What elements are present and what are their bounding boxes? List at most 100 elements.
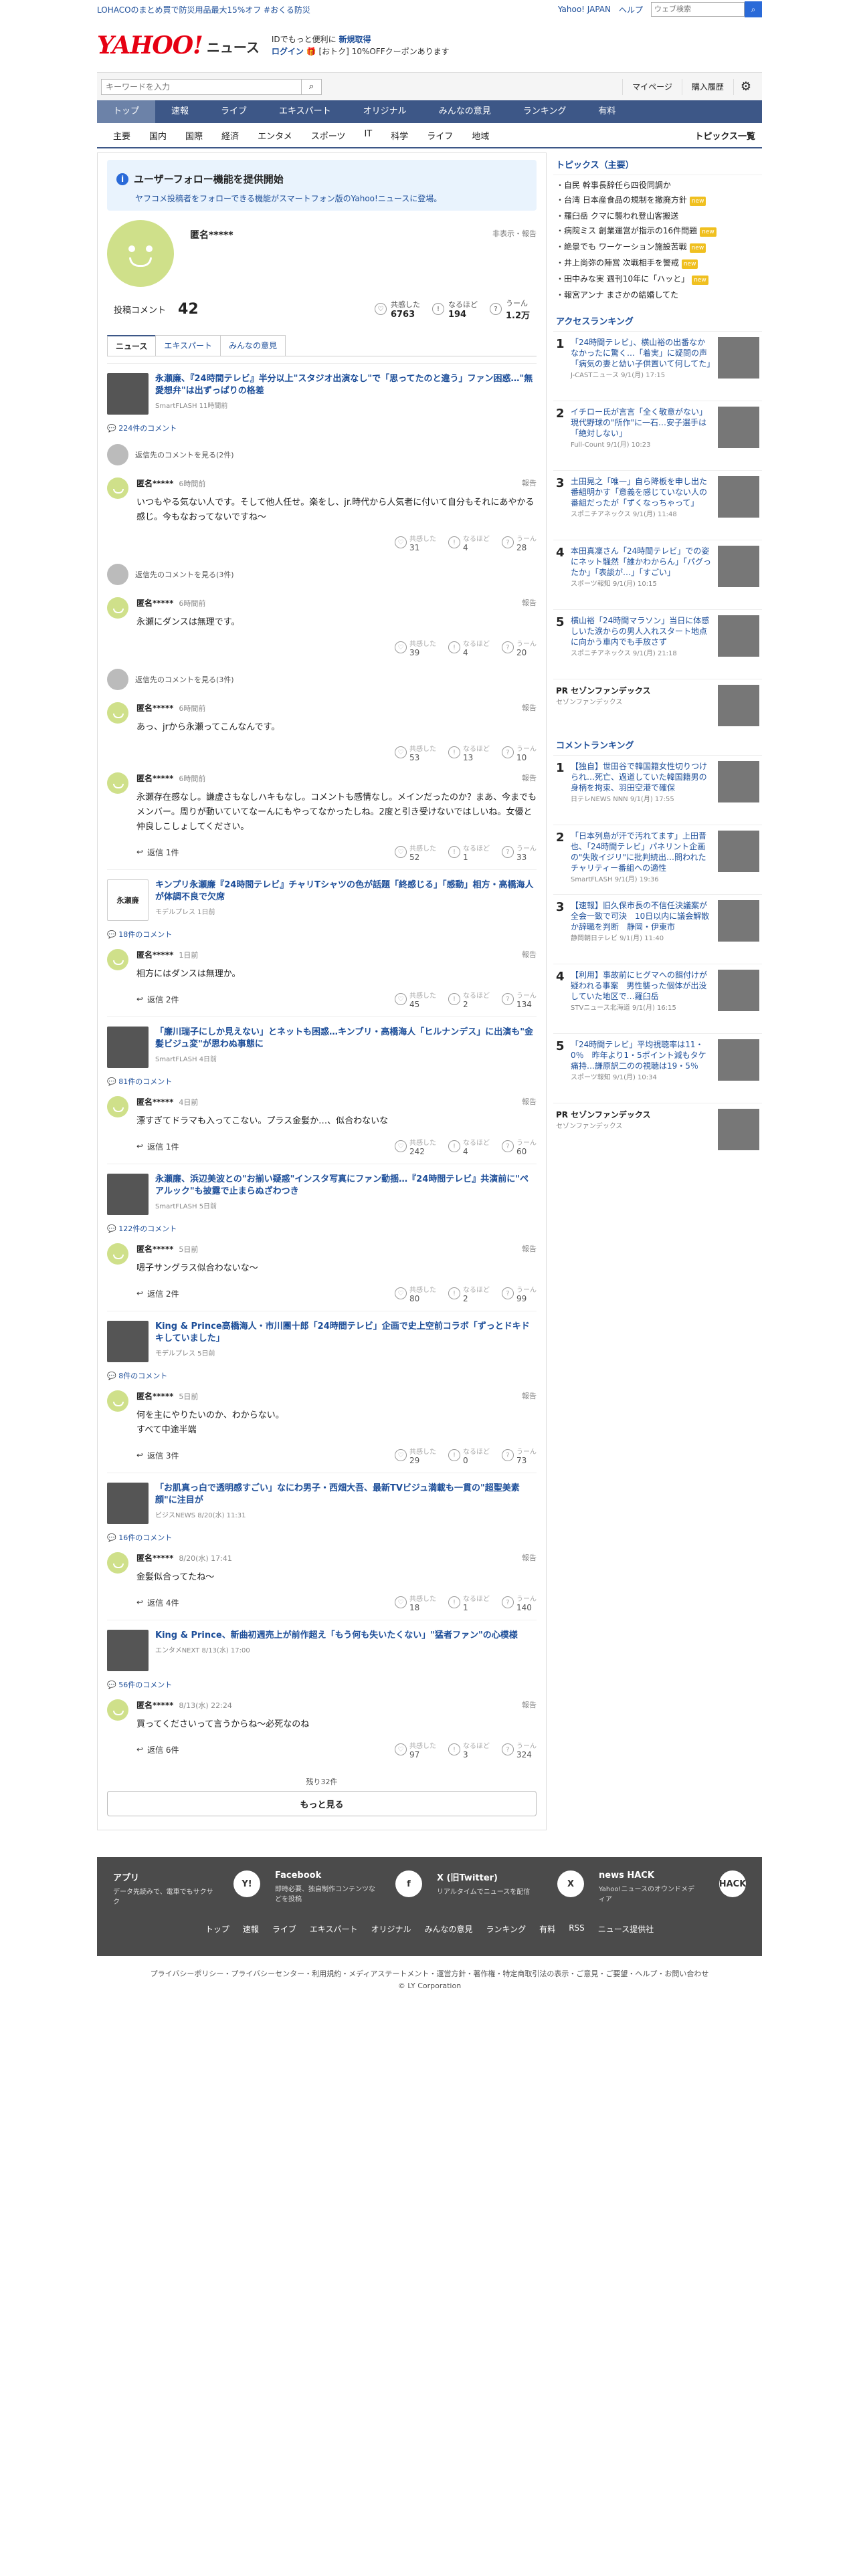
article-item[interactable]: 永瀬廉、浜辺美波との"お揃い疑惑"インスタ写真にファン動揺…『24時間テレビ』共… [107,1164,537,1220]
login-link[interactable]: ログイン [272,47,304,56]
topic-item[interactable]: 自民 幹事長辞任ら四役同調か [553,178,762,193]
article-title[interactable]: キンプリ永瀬廉『24時間テレビ』チャリTシャツの色が話題「終感じる」「感動」相方… [155,879,537,903]
topic-item[interactable]: 田中みな実 週刊10年に「ハッと」new [553,272,762,288]
subnav-item[interactable]: 科学 [381,129,417,142]
ranking-item[interactable]: 4 【利用】事故前にヒグマへの餌付けが疑われる事案 男性襲った個体が出没していた地… [553,964,762,1034]
more-button[interactable]: もっと見る [107,1791,537,1816]
subnav-item[interactable]: 国内 [140,129,176,142]
article-title[interactable]: King & Prince高橋海人・市川團十郎「24時間テレビ」企画で史上空前コ… [155,1321,537,1345]
footer-link[interactable]: オリジナル [371,1923,411,1935]
hmm-button[interactable]: ? うーん 140 [502,1593,537,1612]
comment-author[interactable]: 匿名***** [136,950,173,960]
empathy-button[interactable]: ♡ 共感した 80 [395,1284,436,1303]
search-icon[interactable]: ⌕ [302,78,322,95]
reply-thread-link[interactable]: 返信先のコメントを見る(2件) [107,440,537,475]
hmm-button[interactable]: ? うーん 134 [502,990,537,1009]
footer-link[interactable]: 速報 [243,1923,259,1935]
naruhodo-button[interactable]: ! なるほど 1 [448,1593,490,1612]
reply-link[interactable]: ↩ 返信 2件 [136,994,179,1005]
empathy-button[interactable]: ♡ 共感した 97 [395,1740,436,1759]
hmm-button[interactable]: ? うーん 324 [502,1740,537,1759]
news-search-input[interactable] [101,78,302,95]
naruhodo-button[interactable]: ! なるほど 0 [448,1446,490,1465]
topics-list-link[interactable]: トピックス一覧 [694,129,755,142]
comment-count-link[interactable]: 💬 122件のコメント [107,1220,537,1241]
empathy-button[interactable]: ♡ 共感した 39 [395,638,436,657]
subnav-item[interactable]: スポーツ [302,129,355,142]
naruhodo-button[interactable]: ! なるほど 4 [448,638,490,657]
pr-ad[interactable]: PR セゾンファンデックス セゾンファンデックス [553,679,762,733]
subnav-item[interactable]: 地域 [462,129,498,142]
comment-author[interactable]: 匿名***** [136,1553,173,1563]
comment-count-link[interactable]: 💬 8件のコメント [107,1368,537,1388]
footer-link[interactable]: ライブ [272,1923,296,1935]
nav-item[interactable]: 速報 [155,100,205,123]
ranking-item[interactable]: 3 【速報】旧久保市長の不信任決議案が全会一致で可決 10日以内に議会解散か辞職を… [553,895,762,964]
article-item[interactable]: 永瀬廉 キンプリ永瀬廉『24時間テレビ』チャリTシャツの色が話題「終感じる」「感動… [107,869,537,926]
report-link[interactable]: 報告 [522,477,537,489]
nav-item[interactable]: みんなの意見 [423,100,507,123]
empathy-button[interactable]: ♡ 共感した 18 [395,1593,436,1612]
promo-link[interactable]: LOHACOのまとめ買で防災用品最大15%オフ #おくる防災 [97,4,310,15]
empathy-button[interactable]: ♡ 共感した 45 [395,990,436,1009]
report-link[interactable]: 報告 [522,772,537,784]
footer-link[interactable]: エキスパート [310,1923,358,1935]
article-title[interactable]: 「廉川瑞子にしか見えない」とネットも困惑…キンプリ・高橋海人「ヒルナンデス」に出… [155,1027,537,1051]
logo[interactable]: YAHOO! ニュース [97,33,260,58]
topic-item[interactable]: 報宮アンナ まさかの結婚してた [553,288,762,302]
topic-item[interactable]: 病院ミス 創業運営が指示の16件問題new [553,223,762,239]
hmm-button[interactable]: ? うーん 60 [502,1137,537,1156]
report-link[interactable]: 報告 [522,1699,537,1711]
naruhodo-button[interactable]: ! なるほど 3 [448,1740,490,1759]
subnav-item[interactable]: 経済 [212,129,248,142]
yahoo-japan-link[interactable]: Yahoo! JAPAN [558,5,611,14]
legal-links[interactable]: プライバシーポリシー・プライバシーセンター・利用規約・メディアステートメント・運… [97,1956,762,1981]
article-title[interactable]: King & Prince、新曲初週売上が前作超え「もう何も失いたくない」"猛者… [155,1630,518,1642]
report-link[interactable]: 報告 [522,1096,537,1107]
tab-news[interactable]: ニュース [107,335,157,356]
ranking-item[interactable]: 5 横山裕「24時間マラソン」当日に体感しいた涙からの男人入れスタート地点に向かう… [553,610,762,679]
report-link[interactable]: 報告 [522,1243,537,1255]
footer-link[interactable]: みんなの意見 [425,1923,473,1935]
ranking-item[interactable]: 5 「24時間テレビ」平均視聴率は11・0％ 昨年より1・5ポイント減もタケ痛持…… [553,1034,762,1103]
article-item[interactable]: King & Prince、新曲初週売上が前作超え「もう何も失いたくない」"猛者… [107,1620,537,1677]
mypage-link[interactable]: マイページ [622,78,682,95]
ranking-item[interactable]: 1 「24時間テレビ」、横山裕の出番なかなかったに驚く…「着実」に疑問の声「病気の… [553,332,762,401]
comment-author[interactable]: 匿名***** [136,479,173,488]
ranking-item[interactable]: 4 本田真凜さん「24時間テレビ」での姿にネット騒然「誰かわからん」「パグったか」… [553,540,762,610]
topic-item[interactable]: 台湾 日本産食品の規制を撤廃方針new [553,193,762,209]
footer-link[interactable]: ランキング [486,1923,527,1935]
reply-thread-link[interactable]: 返信先のコメントを見る(3件) [107,665,537,700]
hide-report-link[interactable]: 非表示・報告 [492,228,537,239]
reply-link[interactable]: ↩ 返信 3件 [136,1450,179,1461]
naruhodo-button[interactable]: ! なるほど 4 [448,533,490,552]
comment-count-link[interactable]: 💬 56件のコメント [107,1677,537,1697]
subnav-item[interactable]: 国際 [176,129,212,142]
naruhodo-button[interactable]: ! なるほど 2 [448,1284,490,1303]
help-link[interactable]: ヘルプ [619,4,643,15]
web-search-input[interactable] [651,2,745,17]
gear-icon[interactable]: ⚙ [733,78,758,95]
report-link[interactable]: 報告 [522,949,537,960]
subnav-item[interactable]: ライフ [417,129,462,142]
nav-item[interactable]: ライブ [205,100,263,123]
history-link[interactable]: 購入履歴 [681,78,733,95]
hmm-button[interactable]: ? うーん 73 [502,1446,537,1465]
naruhodo-button[interactable]: ! なるほど 13 [448,743,490,762]
comment-author[interactable]: 匿名***** [136,704,173,713]
search-icon[interactable]: ⌕ [745,1,762,17]
ranking-item[interactable]: 3 土田晃之「唯一」自ら降板を申し出た番組明かす「意義を感じていない人の番組だった… [553,471,762,540]
comment-count-link[interactable]: 💬 81件のコメント [107,1073,537,1093]
footer-link[interactable]: RSS [569,1923,585,1935]
naruhodo-button[interactable]: ! なるほど 2 [448,990,490,1009]
article-item[interactable]: King & Prince高橋海人・市川團十郎「24時間テレビ」企画で史上空前コ… [107,1311,537,1368]
reply-link[interactable]: ↩ 返信 4件 [136,1597,179,1608]
empathy-button[interactable]: ♡ 共感した 31 [395,533,436,552]
report-link[interactable]: 報告 [522,597,537,609]
empathy-button[interactable]: ♡ 共感した 52 [395,843,436,862]
ranking-item[interactable]: 1 【独自】世田谷で韓国籍女性切りつけられ…死亡、過道していた韓国籍男の身柄を拘束… [553,756,762,825]
naruhodo-button[interactable]: ! なるほど 1 [448,843,490,862]
reply-thread-link[interactable]: 返信先のコメントを見る(3件) [107,560,537,595]
footer-block[interactable]: news HACK Yahoo!ニュースのオウンドメディア HACK [599,1870,746,1906]
hmm-button[interactable]: ? うーん 99 [502,1284,537,1303]
